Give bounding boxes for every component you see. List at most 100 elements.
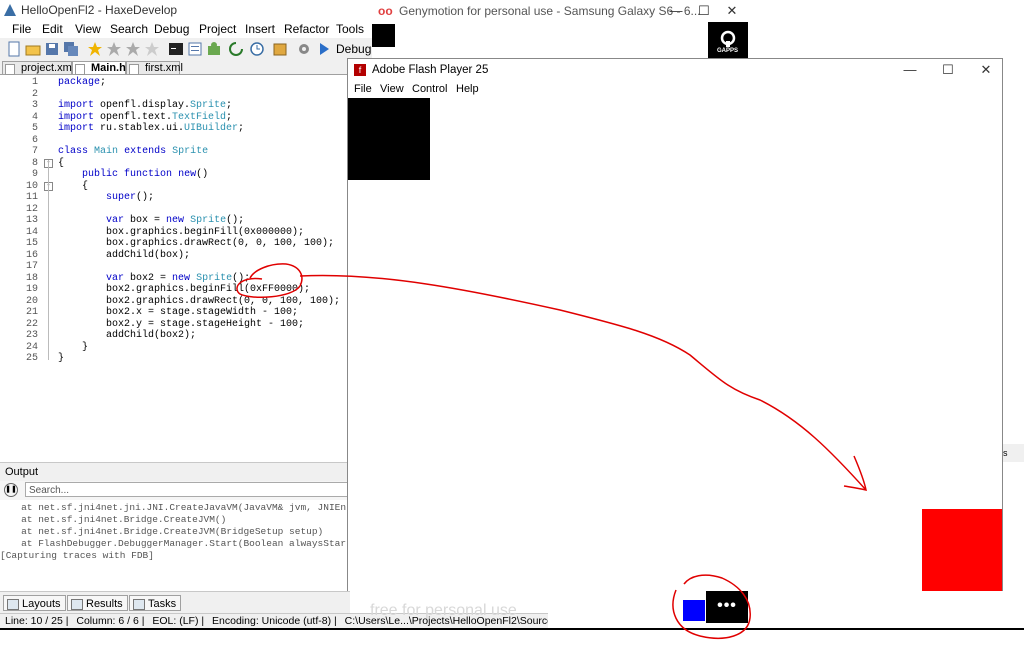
code-line[interactable]: 5 import ru.stablex.ui.UIBuilder; bbox=[0, 123, 350, 135]
flash-menu-help[interactable]: Help bbox=[456, 82, 479, 97]
more-options-button[interactable]: ••• bbox=[706, 591, 748, 623]
flash-menu-file[interactable]: File bbox=[354, 82, 372, 97]
code-text: var box2 = new Sprite(); bbox=[106, 272, 251, 284]
build-puzzle-icon[interactable] bbox=[206, 41, 222, 57]
code-line[interactable]: 9 public function new() bbox=[0, 169, 350, 181]
clock-icon[interactable] bbox=[249, 41, 265, 57]
code-line[interactable]: 3 import openfl.display.Sprite; bbox=[0, 100, 350, 112]
menu-refactor[interactable]: Refactor bbox=[284, 20, 329, 38]
tab-label: project.xml bbox=[21, 62, 75, 74]
new-file-icon[interactable] bbox=[6, 41, 22, 57]
code-editor[interactable]: 1 package; 2 3 import openfl.display.Sprite;… bbox=[0, 75, 350, 460]
menu-file[interactable]: File bbox=[12, 20, 31, 38]
tab-first-xml[interactable]: first.xml bbox=[126, 61, 183, 75]
code-line[interactable]: 22 box2.y = stage.stageHeight - 100; bbox=[0, 319, 350, 331]
tab-project-xml[interactable]: project.xml bbox=[2, 61, 75, 75]
output-search-input[interactable]: Search... bbox=[25, 482, 350, 497]
line-number: 21 bbox=[25, 307, 38, 318]
code-text: box2.graphics.drawRect(0, 0, 100, 100); bbox=[58, 295, 341, 307]
black-box-sprite bbox=[348, 98, 430, 180]
code-line[interactable]: 4 import openfl.text.TextField; bbox=[0, 112, 350, 124]
gapps-logo-icon[interactable]: GAPPS bbox=[708, 22, 748, 58]
line-number: 4 bbox=[31, 111, 38, 123]
code-line[interactable]: 8-{ bbox=[0, 158, 350, 170]
run-play-icon[interactable] bbox=[316, 41, 332, 57]
bookmark-next-icon[interactable] bbox=[125, 41, 141, 57]
code-line[interactable]: 19 box2.graphics.beginFill(0xFF0000); bbox=[0, 284, 350, 296]
log-line: at net.sf.jni4net.jni.JNI.CreateJavaVM(J… bbox=[4, 502, 347, 513]
tab-main-hx[interactable]: Main.hx bbox=[72, 61, 132, 75]
code-line[interactable]: 1 package; bbox=[0, 77, 350, 89]
save-icon[interactable] bbox=[44, 41, 60, 57]
code-line[interactable]: 16 addChild(box); bbox=[0, 250, 350, 262]
code-line[interactable]: 12 bbox=[0, 204, 350, 216]
tab-label: first.xml bbox=[145, 62, 183, 74]
pause-icon[interactable]: ❚❚ bbox=[4, 483, 18, 497]
menu-project[interactable]: Project bbox=[199, 20, 236, 38]
code-line[interactable]: 7 class Main extends Sprite bbox=[0, 146, 350, 158]
bookmark-star-icon[interactable] bbox=[87, 41, 103, 57]
code-line[interactable]: 17 bbox=[0, 261, 350, 273]
code-line[interactable]: 23 addChild(box2); bbox=[0, 330, 350, 342]
log-line: at net.sf.jni4net.Bridge.CreateJVM() bbox=[4, 514, 227, 525]
tab-layouts[interactable]: Layouts bbox=[3, 595, 66, 611]
menu-debug[interactable]: Debug bbox=[154, 20, 189, 38]
flash-player-window: f Adobe Flash Player 25 — ☐ ✕ File View … bbox=[347, 58, 1003, 591]
menu-edit[interactable]: Edit bbox=[42, 20, 63, 38]
package-icon[interactable] bbox=[272, 41, 288, 57]
build-configuration-select[interactable]: Debug bbox=[336, 41, 371, 57]
open-folder-icon[interactable] bbox=[25, 41, 41, 57]
tab-label: Layouts bbox=[22, 598, 61, 610]
settings-gear-icon[interactable] bbox=[296, 41, 312, 57]
code-text: public function new() bbox=[82, 169, 209, 180]
code-text: addChild(box2); bbox=[58, 330, 197, 341]
line-number: 10 bbox=[25, 180, 38, 192]
code-line[interactable]: 10- { bbox=[0, 181, 350, 193]
code-line[interactable]: 2 bbox=[0, 89, 350, 101]
tab-tasks[interactable]: Tasks bbox=[129, 595, 182, 611]
code-line[interactable]: 15 box.graphics.drawRect(0, 0, 100, 100)… bbox=[0, 238, 350, 250]
code-line[interactable]: 21 box2.x = stage.stageWidth - 100; bbox=[0, 307, 350, 319]
code-line[interactable]: 25} bbox=[0, 353, 350, 365]
line-number: 3 bbox=[31, 100, 38, 111]
genymotion-toolbar bbox=[372, 22, 748, 56]
genymotion-minimize-button[interactable]: — bbox=[662, 0, 690, 22]
xml-file-icon bbox=[129, 64, 139, 75]
flash-stage[interactable] bbox=[348, 98, 1002, 591]
flash-menu-bar: File View Control Help bbox=[348, 81, 1002, 98]
refresh-icon[interactable] bbox=[228, 41, 244, 57]
menu-view[interactable]: View bbox=[75, 20, 101, 38]
code-line[interactable]: 14 box.graphics.beginFill(0x000000); bbox=[0, 227, 350, 239]
project-tree-icon[interactable] bbox=[187, 41, 203, 57]
command-prompt-icon[interactable] bbox=[168, 41, 184, 57]
genymotion-close-button[interactable]: ✕ bbox=[718, 0, 746, 22]
bookmark-prev-icon[interactable] bbox=[106, 41, 122, 57]
bookmark-clear-icon[interactable] bbox=[144, 41, 160, 57]
flash-menu-control[interactable]: Control bbox=[412, 82, 447, 97]
code-text: } bbox=[58, 353, 65, 364]
code-text: box2.x = stage.stageWidth - 100; bbox=[58, 307, 299, 318]
line-number: 24 bbox=[25, 341, 38, 353]
code-line[interactable]: 20 box2.graphics.drawRect(0, 0, 100, 100… bbox=[0, 296, 350, 308]
tab-results[interactable]: Results bbox=[67, 595, 128, 611]
code-line[interactable]: 18 var box2 = new Sprite(); bbox=[0, 273, 350, 285]
status-eol: EOL: (LF) bbox=[152, 615, 199, 627]
line-number: 12 bbox=[25, 203, 38, 215]
save-all-icon[interactable] bbox=[63, 41, 79, 57]
log-line: at FlashDebugger.DebuggerManager.Start(B… bbox=[4, 538, 347, 549]
flash-minimize-button[interactable]: — bbox=[896, 59, 924, 81]
code-line[interactable]: 24 } bbox=[0, 342, 350, 354]
genymotion-maximize-button[interactable]: ☐ bbox=[690, 0, 718, 22]
code-line[interactable]: 11 super(); bbox=[0, 192, 350, 204]
flash-close-button[interactable]: ✕ bbox=[972, 59, 1000, 81]
bottom-panel-tabs: Layouts Results Tasks bbox=[0, 591, 350, 614]
menu-search[interactable]: Search bbox=[110, 20, 148, 38]
menu-insert[interactable]: Insert bbox=[245, 20, 275, 38]
flash-maximize-button[interactable]: ☐ bbox=[934, 59, 962, 81]
menu-tools[interactable]: Tools bbox=[336, 20, 364, 38]
code-line[interactable]: 13 var box = new Sprite(); bbox=[0, 215, 350, 227]
log-line: [Capturing traces with FDB] bbox=[0, 550, 154, 561]
flash-menu-view[interactable]: View bbox=[380, 82, 404, 97]
code-line[interactable]: 6 bbox=[0, 135, 350, 147]
code-text: box.graphics.drawRect(0, 0, 100, 100); bbox=[58, 238, 335, 249]
